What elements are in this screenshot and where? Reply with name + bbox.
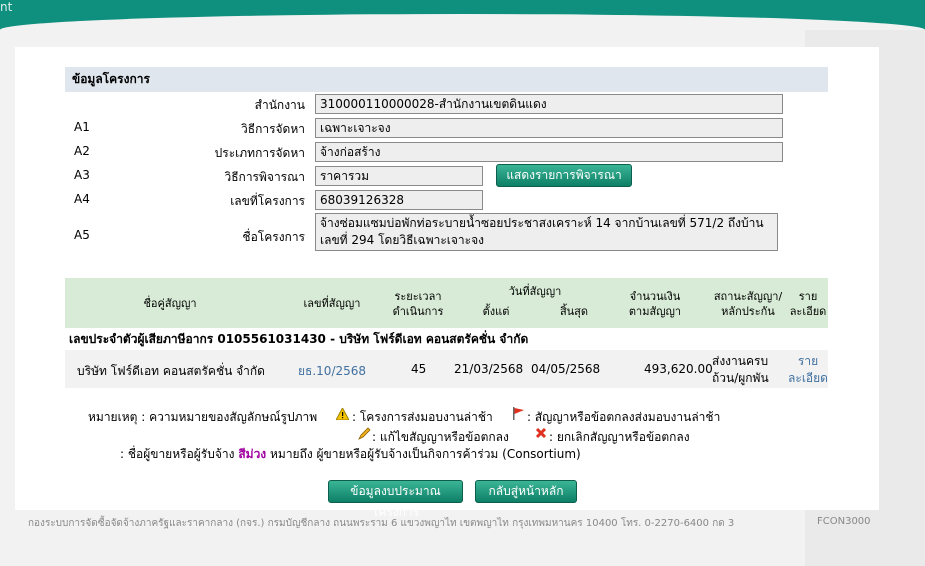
field-code-a5: A5 <box>74 228 90 242</box>
cell-date-to: 04/05/2568 <box>531 362 601 376</box>
contract-table-header: ชื่อคู่สัญญา เลขที่สัญญา ระยะเวลา ดำเนินก… <box>65 278 828 328</box>
header-detail: ราย ละเอียด <box>789 290 827 318</box>
header-date-to: สิ้นสุด <box>559 305 589 318</box>
show-criteria-button[interactable]: แสดงรายการพิจารณา <box>496 164 632 187</box>
evaluation-method-field: ราคารวม <box>315 166 483 186</box>
field-code-a1: A1 <box>74 120 90 134</box>
procurement-method-label: วิธีการจัดหา <box>241 122 305 136</box>
pencil-icon <box>358 427 371 440</box>
footer-address: กองระบบการจัดซื้อจัดจ้างภาครัฐและราคากลา… <box>28 518 735 529</box>
back-home-button[interactable]: กลับสู่หน้าหลัก <box>475 480 577 503</box>
header-contract-no: เลขที่สัญญา <box>303 297 361 310</box>
section-title: ข้อมูลโครงการ <box>65 67 828 92</box>
header-amount: จำนวนเงิน ตามสัญญา <box>628 290 682 318</box>
legend-title: หมายเหตุ : ความหมายของสัญลักษณ์รูปภาพ <box>88 410 318 424</box>
header-party: ชื่อคู่สัญญา <box>143 297 197 310</box>
cell-amount: 493,620.00 <box>644 362 713 376</box>
procurement-method-field: เฉพาะเจาะจง <box>315 118 783 138</box>
cell-duration: 45 <box>411 362 427 376</box>
office-field: 310000110000028-สำนักงานเขตดินแดง <box>315 94 783 114</box>
cell-party: บริษัท โฟร์ดีเอท คอนสตรัคชั่น จำกัด <box>77 364 265 378</box>
evaluation-method-label: วิธีการพิจารณา <box>224 170 305 184</box>
warning-icon <box>336 408 349 420</box>
field-code-a3: A3 <box>74 168 90 182</box>
legend-consortium: : ชื่อผู้ขายหรือผู้รับจ้าง สีม่วง หมายถึ… <box>120 447 581 461</box>
legend-contract-late: : สัญญาหรือข้อตกลงส่งมอบงานล่าช้า <box>527 410 721 424</box>
project-number-label: เลขที่โครงการ <box>230 194 305 208</box>
procurement-type-label: ประเภทการจัดหา <box>214 146 305 160</box>
field-code-a2: A2 <box>74 144 90 158</box>
legend-late-delivery: : โครงการส่งมอบงานล่าช้า <box>352 410 493 424</box>
project-name-label: ชื่อโครงการ <box>242 230 305 244</box>
procurement-type-field: จ้างก่อสร้าง <box>315 142 783 162</box>
taxpayer-group-row: เลขประจำตัวผู้เสียภาษีอากร 0105561031430… <box>65 328 828 350</box>
cell-status: ส่งงานครบ ถ้วน/ผูกพัน <box>712 354 769 385</box>
budget-info-button[interactable]: ข้อมูลงบประมาณโครงการ <box>328 480 463 519</box>
consortium-color-word: สีม่วง <box>238 447 267 461</box>
office-label: สำนักงาน <box>254 98 305 112</box>
footer-page-code: FCON3000 <box>817 516 871 527</box>
project-name-textarea[interactable]: จ้างซ่อมแซมบ่อพักท่อระบายน้ำซอยประชาสงเค… <box>315 213 778 251</box>
cancel-x-icon <box>535 427 547 439</box>
cell-date-from: 21/03/2568 <box>454 362 524 376</box>
main-panel: ข้อมูลโครงการ สำนักงาน 310000110000028-ส… <box>15 47 879 519</box>
header-date-from: ตั้งแต่ <box>482 305 510 318</box>
header-status: สถานะสัญญา/หลักประกัน <box>713 290 783 318</box>
top-banner: nt <box>0 0 925 30</box>
banner-curve <box>0 14 925 30</box>
banner-text-fragment: nt <box>0 0 13 14</box>
red-flag-icon <box>513 407 524 420</box>
header-duration: ระยะเวลา ดำเนินการ <box>392 290 444 318</box>
field-code-a4: A4 <box>74 192 90 206</box>
header-date-group: วันที่สัญญา <box>508 285 562 298</box>
table-row: บริษัท โฟร์ดีเอท คอนสตรัคชั่น จำกัด ยธ.1… <box>65 350 828 388</box>
detail-link[interactable]: ราย ละเอียด <box>787 353 829 387</box>
contract-link[interactable]: ยธ.10/2568 <box>298 362 366 381</box>
project-number-field: 68039126328 <box>315 190 483 210</box>
